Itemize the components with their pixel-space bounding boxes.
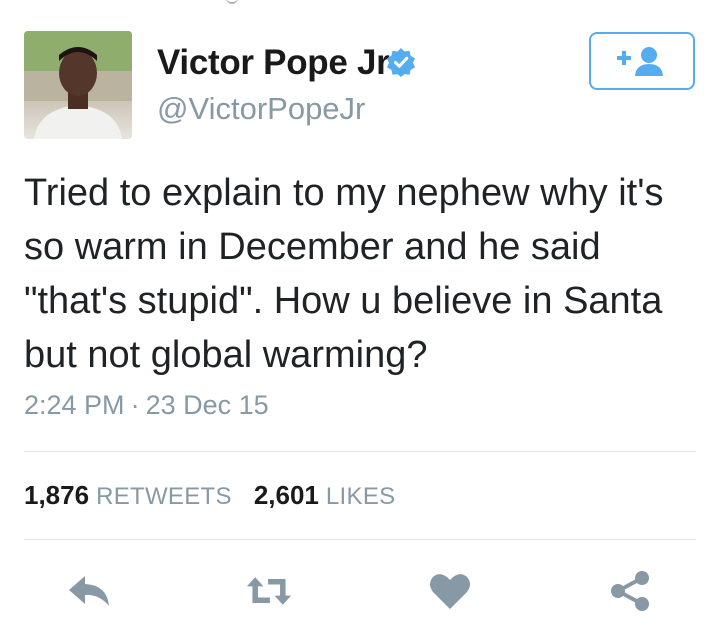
likes-count: 2,601 xyxy=(253,480,319,510)
share-icon xyxy=(611,571,649,611)
follow-button[interactable] xyxy=(589,32,695,90)
heart-icon xyxy=(430,574,470,609)
retweets-stat[interactable]: 1,876 RETWEETS xyxy=(24,480,232,511)
divider xyxy=(24,539,696,540)
likes-stat[interactable]: 2,601 LIKES xyxy=(254,480,396,511)
retweet-button[interactable] xyxy=(246,568,292,614)
share-button[interactable] xyxy=(607,568,653,614)
tweet-date: 23 Dec 15 xyxy=(145,390,269,420)
avatar[interactable] xyxy=(24,31,132,139)
timestamp-separator: · xyxy=(130,390,140,420)
cropped-glyph xyxy=(226,0,238,4)
like-button[interactable] xyxy=(427,568,473,614)
avatar-photo xyxy=(24,31,132,139)
likes-label: LIKES xyxy=(325,483,396,510)
tweet-timestamp[interactable]: 2:24 PM · 23 Dec 15 xyxy=(24,390,269,421)
tweet-time: 2:24 PM xyxy=(24,390,125,420)
tweet-text: Tried to explain to my nephew why it's s… xyxy=(24,172,664,376)
user-handle[interactable]: @VictorPopeJr xyxy=(157,91,365,127)
verified-badge-icon xyxy=(386,47,416,77)
retweets-label: RETWEETS xyxy=(96,483,232,510)
add-user-icon xyxy=(617,47,663,76)
retweets-count: 1,876 xyxy=(24,480,90,510)
tweet-actions xyxy=(0,568,720,614)
previous-item-edge xyxy=(0,0,720,10)
display-name[interactable]: Victor Pope Jr xyxy=(157,43,390,83)
retweet-icon xyxy=(246,577,292,605)
tweet-stats: 1,876 RETWEETS 2,601 LIKES xyxy=(24,480,417,511)
reply-button[interactable] xyxy=(66,568,112,614)
reply-icon xyxy=(69,576,109,606)
divider xyxy=(24,451,696,452)
